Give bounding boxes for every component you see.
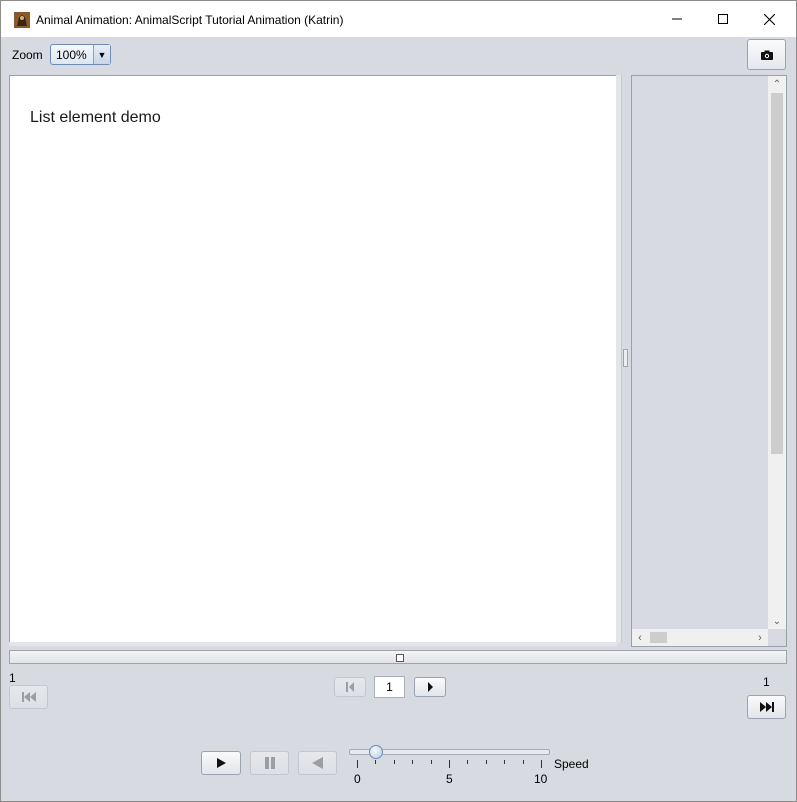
scroll-right-icon[interactable]: › xyxy=(752,629,768,646)
speed-tick-label-max: 10 xyxy=(534,772,548,786)
previous-step-button[interactable] xyxy=(334,677,366,697)
scroll-left-icon[interactable]: ‹ xyxy=(632,629,648,646)
speed-tick-label-min: 0 xyxy=(354,772,361,786)
horizontal-scroll-thumb[interactable] xyxy=(650,632,667,643)
speed-tick-7 xyxy=(486,760,487,764)
last-step-number: 1 xyxy=(763,675,770,689)
current-step-input[interactable]: 1 xyxy=(374,676,405,698)
canvas-horizontal-edge xyxy=(9,642,617,646)
application-window: Animal Animation: AnimalScript Tutorial … xyxy=(0,0,797,802)
speed-tick-label-mid: 5 xyxy=(446,772,453,786)
first-step-button[interactable] xyxy=(9,685,48,709)
scroll-up-icon[interactable]: ⌃ xyxy=(768,76,786,92)
canvas-text-list-element-demo: List element demo xyxy=(30,109,161,126)
speed-tick-1 xyxy=(375,760,376,764)
animation-canvas[interactable]: List element demo xyxy=(9,75,617,643)
vertical-scroll-thumb[interactable] xyxy=(771,93,783,454)
horizontal-split-bar[interactable] xyxy=(9,650,787,664)
speed-slider-thumb[interactable] xyxy=(369,745,383,759)
zoom-value: 100% xyxy=(56,48,87,62)
snapshot-button[interactable] xyxy=(747,39,786,70)
speed-tick-5 xyxy=(449,760,450,768)
window-title: Animal Animation: AnimalScript Tutorial … xyxy=(36,13,344,27)
speed-label: Speed xyxy=(554,757,589,771)
skip-to-end-icon xyxy=(759,702,774,712)
chevron-down-icon[interactable]: ▼ xyxy=(93,45,110,64)
speed-tick-0 xyxy=(357,760,358,768)
animal-app-icon xyxy=(14,12,30,28)
skip-to-start-icon xyxy=(21,692,36,702)
play-icon xyxy=(216,758,226,768)
side-panel xyxy=(631,75,787,647)
canvas-vertical-edge xyxy=(616,75,622,643)
maximize-button[interactable] xyxy=(700,1,746,37)
side-panel-horizontal-scrollbar[interactable]: ‹ › xyxy=(632,629,768,646)
maximize-icon xyxy=(718,14,728,24)
step-back-icon xyxy=(346,682,354,692)
speed-tick-8 xyxy=(504,760,505,764)
play-button[interactable] xyxy=(201,751,241,775)
title-bar[interactable]: Animal Animation: AnimalScript Tutorial … xyxy=(1,1,796,37)
last-step-button[interactable] xyxy=(747,695,786,719)
zoom-label: Zoom xyxy=(12,48,43,62)
speed-tick-9 xyxy=(523,760,524,764)
play-reverse-button[interactable] xyxy=(298,751,337,775)
close-button[interactable] xyxy=(746,1,792,37)
pause-button[interactable] xyxy=(250,751,289,775)
speed-tick-6 xyxy=(467,760,468,764)
scroll-down-icon[interactable]: ⌄ xyxy=(768,613,786,629)
split-handle-icon[interactable] xyxy=(396,654,404,662)
minimize-icon xyxy=(672,18,682,20)
vertical-split-handle[interactable] xyxy=(623,349,628,367)
minimize-button[interactable] xyxy=(654,1,700,37)
speed-tick-2 xyxy=(394,760,395,764)
close-icon xyxy=(763,13,775,25)
side-panel-vertical-scrollbar[interactable]: ⌃ ⌄ xyxy=(768,76,786,629)
speed-tick-10 xyxy=(541,760,542,768)
play-reverse-icon xyxy=(312,757,323,769)
speed-tick-3 xyxy=(412,760,413,764)
pause-icon xyxy=(264,757,275,769)
step-forward-icon xyxy=(428,682,433,692)
first-step-number: 1 xyxy=(9,671,16,685)
speed-tick-4 xyxy=(431,760,432,764)
next-step-button[interactable] xyxy=(414,677,446,697)
camera-icon xyxy=(760,50,773,60)
zoom-dropdown[interactable]: 100% ▼ xyxy=(50,44,111,65)
